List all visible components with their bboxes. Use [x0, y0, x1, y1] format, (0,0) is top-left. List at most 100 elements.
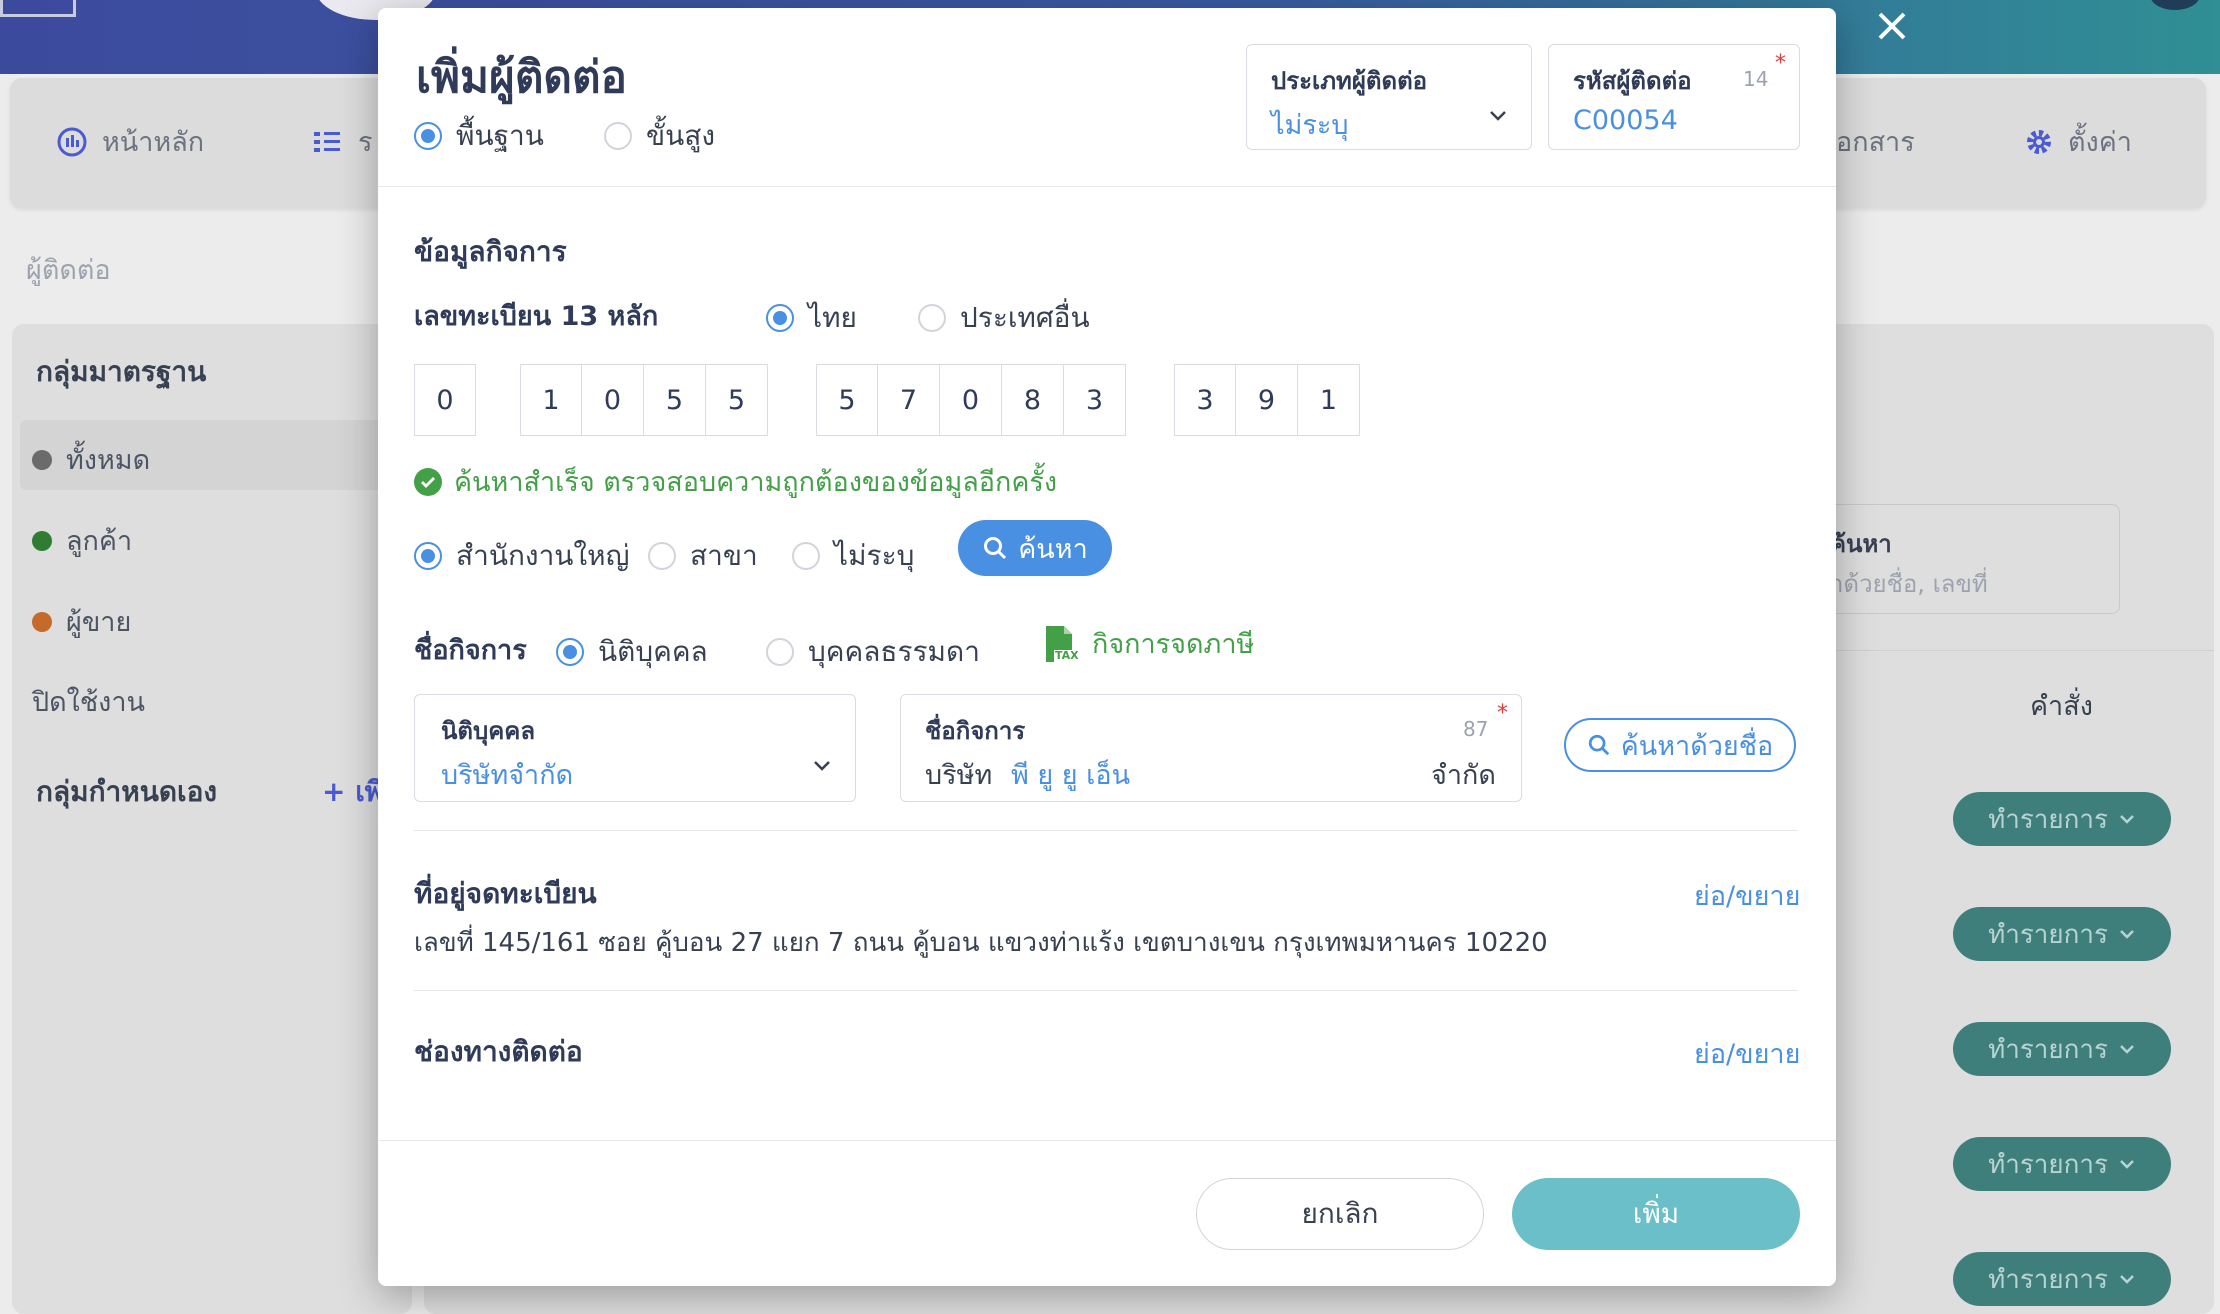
add-contact-dialog: เพิ่มผู้ติดต่อ พื้นฐาน ขั้นสูง ประเภทผู้…	[378, 8, 1836, 1286]
radio-button[interactable]	[792, 542, 820, 570]
nav-documents[interactable]: อกสาร	[1836, 120, 1915, 163]
radio-button[interactable]	[918, 304, 946, 332]
nav-home-label: หน้าหลัก	[102, 127, 205, 158]
status-dot	[32, 611, 52, 632]
row-action-button[interactable]: ทำรายการ	[1953, 1252, 2171, 1306]
search-button-label: ค้นหา	[1018, 533, 1088, 565]
add-button[interactable]: เพิ่ม	[1512, 1178, 1800, 1250]
nav-list[interactable]: ร	[312, 120, 373, 163]
search-by-name-button[interactable]: ค้นหาด้วยชื่อ	[1564, 718, 1796, 772]
cancel-button[interactable]: ยกเลิก	[1196, 1178, 1484, 1250]
required-mark: *	[1775, 51, 1786, 76]
section-divider	[414, 990, 1798, 991]
nav-settings[interactable]: ตั้งค่า	[2024, 120, 2132, 163]
radio-label: สาขา	[690, 539, 758, 572]
tax-id-digit[interactable]: 8	[1002, 364, 1064, 436]
chevron-down-icon	[2120, 815, 2134, 824]
branch-unspecified[interactable]: ไม่ระบุ	[792, 534, 914, 578]
chevron-down-icon	[2120, 930, 2134, 939]
sidebar-item-vendors[interactable]: ผู้ขาย	[32, 600, 131, 643]
tax-id-digit[interactable]: 0	[940, 364, 1002, 436]
row-action-button[interactable]: ทำรายการ	[1953, 792, 2171, 846]
radio-label: ขั้นสูง	[646, 119, 716, 152]
tax-id-digit[interactable]: 5	[706, 364, 768, 436]
tax-id-group-1: 0	[414, 364, 476, 436]
sidebar-item-label: ลูกค้า	[66, 526, 133, 557]
tax-id-group-2: 1055	[520, 364, 768, 436]
dashboard-icon	[57, 127, 87, 156]
entity-type-select[interactable]: นิติบุคคล บริษัทจำกัด	[414, 694, 856, 802]
row-action-label: ทำรายการ	[1988, 1034, 2108, 1065]
registered-address-title: ที่อยู่จดทะเบียน	[414, 877, 597, 910]
tax-id-digit[interactable]: 1	[520, 364, 582, 436]
branch-branch[interactable]: สาขา	[648, 534, 758, 578]
tax-id-label: เลขทะเบียน 13 หลัก	[414, 301, 659, 332]
radio-button[interactable]	[766, 304, 794, 332]
column-header-command: คำสั่ง	[2030, 691, 2093, 722]
sidebar-item-label: ทั้งหมด	[66, 445, 151, 476]
tax-id-digit[interactable]: 3	[1064, 364, 1126, 436]
business-name-field[interactable]: ชื่อกิจการ 87 * บริษัท พี ยู ยู เอ็น จำก…	[900, 694, 1522, 802]
tax-id-digit[interactable]: 1	[1298, 364, 1360, 436]
branch-head-office[interactable]: สำนักงานใหญ่	[414, 534, 629, 578]
radio-button[interactable]	[648, 542, 676, 570]
tax-id-digit[interactable]: 0	[582, 364, 644, 436]
chevron-down-icon	[2120, 1275, 2134, 1284]
row-action-button[interactable]: ทำรายการ	[1953, 1022, 2171, 1076]
contact-type-select[interactable]: ประเภทผู้ติดต่อ ไม่ระบุ	[1246, 44, 1532, 150]
tax-id-search-button[interactable]: ค้นหา	[958, 520, 1112, 576]
mode-basic[interactable]: พื้นฐาน	[414, 114, 544, 158]
row-action-button[interactable]: ทำรายการ	[1953, 1137, 2171, 1191]
entity-individual[interactable]: บุคคลธรรมดา	[766, 630, 980, 674]
registered-address-toggle[interactable]: ย่อ/ขยาย	[1694, 874, 1800, 917]
tax-id-digit[interactable]: 0	[414, 364, 476, 436]
contact-channels-toggle[interactable]: ย่อ/ขยาย	[1694, 1032, 1800, 1075]
logo-box[interactable]	[0, 0, 76, 17]
country-other[interactable]: ประเทศอื่น	[918, 296, 1090, 340]
tax-id-digit[interactable]: 9	[1236, 364, 1298, 436]
sidebar-item-customers[interactable]: ลูกค้า	[32, 519, 132, 562]
tax-id-digit[interactable]: 5	[816, 364, 878, 436]
radio-button[interactable]	[766, 638, 794, 666]
tax-id-digit[interactable]: 3	[1174, 364, 1236, 436]
chevron-down-icon	[2120, 1045, 2134, 1054]
status-dot	[32, 449, 52, 470]
radio-button[interactable]	[604, 122, 632, 150]
add-group-button[interactable]: + เพิ	[322, 770, 383, 814]
sidebar-item-disabled[interactable]: ปิดใช้งาน	[32, 680, 145, 723]
tax-registered-toggle[interactable]: TAX กิจการจดภาษี	[1044, 622, 1254, 665]
business-name-value: พี ยู ยู เอ็น	[1011, 760, 1131, 791]
check-circle-icon	[414, 467, 442, 496]
radio-label: พื้นฐาน	[456, 119, 544, 152]
breadcrumb: ผู้ติดต่อ	[26, 255, 111, 286]
tax-registered-label: กิจการจดภาษี	[1092, 629, 1255, 660]
chevron-down-icon	[2120, 1160, 2134, 1169]
sidebar-item-all[interactable]: ทั้งหมด	[32, 438, 150, 481]
entity-juristic[interactable]: นิติบุคคล	[556, 630, 708, 674]
search-by-name-label: ค้นหาด้วยชื่อ	[1620, 730, 1774, 762]
standard-group-title: กลุ่มมาตรฐาน	[36, 355, 207, 388]
country-thai[interactable]: ไทย	[766, 296, 857, 340]
mode-advanced[interactable]: ขั้นสูง	[604, 114, 715, 158]
footer-divider	[378, 1140, 1836, 1141]
row-action-label: ทำรายการ	[1988, 1149, 2108, 1180]
tax-id-digit[interactable]: 5	[644, 364, 706, 436]
tax-id-group-3: 57083	[816, 364, 1126, 436]
row-action-button[interactable]: ทำรายการ	[1953, 907, 2171, 961]
status-dot	[32, 530, 52, 551]
search-icon	[984, 537, 1007, 560]
contact-code-field[interactable]: รหัสผู้ติดต่อ 14 * C00054	[1548, 44, 1800, 150]
radio-button[interactable]	[556, 638, 584, 666]
tax-id-digit[interactable]: 7	[878, 364, 940, 436]
business-name-field-label: ชื่อกิจการ	[925, 717, 1026, 745]
entity-type-label: นิติบุคคล	[441, 717, 536, 745]
success-text: ค้นหาสำเร็จ ตรวจสอบความถูกต้องของข้อมูลอ…	[454, 467, 1058, 498]
radio-button[interactable]	[414, 122, 442, 150]
nav-home[interactable]: หน้าหลัก	[56, 120, 204, 163]
contact-type-value: ไม่ระบุ	[1271, 110, 1349, 141]
close-button[interactable]	[1872, 6, 1912, 46]
radio-button[interactable]	[414, 542, 442, 570]
chevron-down-icon	[814, 761, 830, 771]
entity-type-value: บริษัทจำกัด	[441, 760, 574, 791]
business-name-suffix: จำกัด	[1431, 760, 1496, 791]
